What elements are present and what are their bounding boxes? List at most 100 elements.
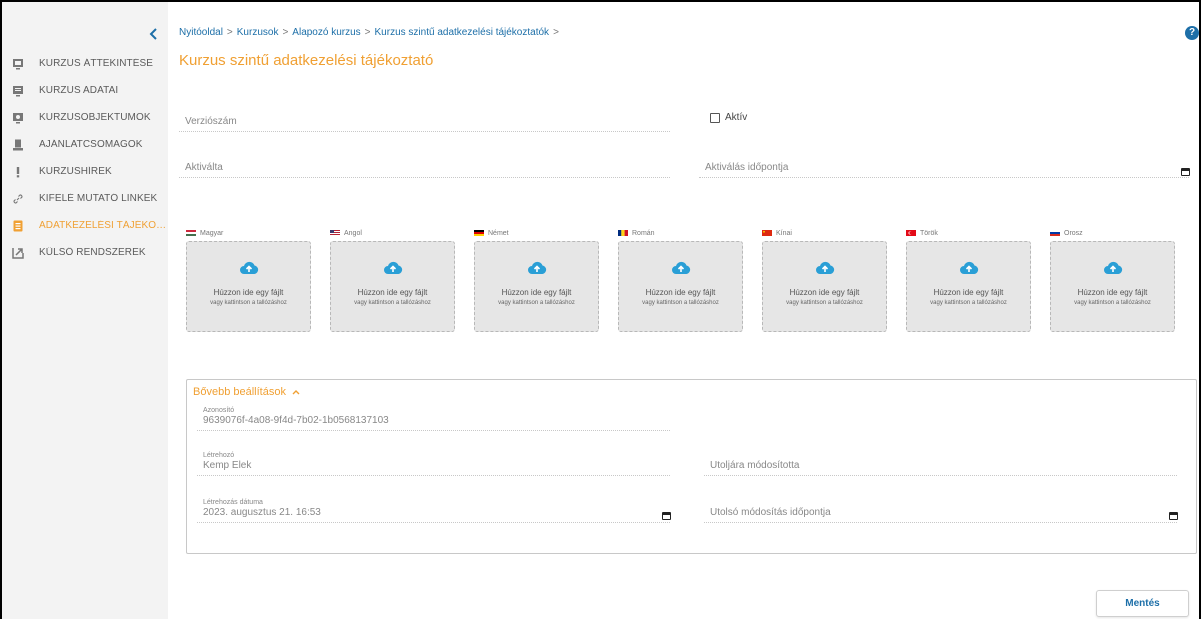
flag-us-icon <box>330 230 340 236</box>
dropzone-title: Húzzon ide egy fájlt <box>645 288 716 297</box>
dropzone-subtitle: vagy kattintson a tallózáshoz <box>786 300 863 306</box>
cloud-upload-icon <box>331 261 454 275</box>
flag-de-icon <box>474 230 484 236</box>
sidebar-item-links[interactable]: KIFELÉ MUTATÓ LINKEK <box>2 185 168 212</box>
calendar-icon[interactable] <box>662 512 671 520</box>
breadcrumb-home[interactable]: Nyitóoldal <box>179 27 223 38</box>
activated-by-field[interactable]: Aktiválta <box>179 156 670 178</box>
sidebar-item-overview[interactable]: KURZUS ÁTTEKINTÉSE <box>2 50 168 77</box>
last-modified-at-field[interactable]: Utolsó módosítás időpontja <box>704 503 1177 523</box>
flag-ro-icon <box>618 230 628 236</box>
sidebar-item-course-data[interactable]: KURZUS ADATAI <box>2 77 168 104</box>
language-header: Angol <box>330 227 456 239</box>
language-name: Román <box>632 229 655 237</box>
sidebar-item-privacy-policy[interactable]: ADATKEZELÉSI TÁJÉKOZTATÓ <box>2 212 168 239</box>
sidebar-item-label: KÜLSŐ RENDSZEREK <box>39 247 146 258</box>
sidebar-item-label: KURZUSHÍREK <box>39 166 112 177</box>
sidebar-nav: KURZUS ÁTTEKINTÉSE KURZUS ADATAI KURZUSO… <box>2 50 168 266</box>
creator-value: Kemp Elek <box>203 460 252 471</box>
cloud-upload-icon <box>187 261 310 275</box>
upload-ru: Orosz Húzzon ide egy fájlt vagy kattints… <box>1050 227 1176 332</box>
breadcrumb-policies[interactable]: Kurzus szintű adatkezelési tájékoztatók <box>375 27 550 38</box>
package-icon <box>12 139 24 151</box>
upload-de: Német Húzzon ide egy fájlt vagy kattints… <box>474 227 600 332</box>
monitor-icon <box>12 85 24 97</box>
created-at-field[interactable]: Létrehozás dátuma 2023. augusztus 21. 16… <box>197 496 670 523</box>
sidebar-item-packages[interactable]: AJÁNLATCSOMAGOK <box>2 131 168 158</box>
cloud-upload-icon <box>907 261 1030 275</box>
dropzone-title: Húzzon ide egy fájlt <box>1077 288 1148 297</box>
file-dropzone[interactable]: Húzzon ide egy fájlt vagy kattintson a t… <box>186 241 311 332</box>
id-field[interactable]: Azonosító 9639076f-4a08-9f4d-7b02-1b0568… <box>197 404 670 431</box>
breadcrumb-separator: > <box>226 27 233 38</box>
activation-time-field[interactable]: Aktiválás időpontja <box>699 156 1189 178</box>
calendar-icon[interactable] <box>1169 512 1178 520</box>
language-header: Kínai <box>762 227 888 239</box>
created-at-label: Létrehozás dátuma <box>203 499 263 506</box>
dropzone-title: Húzzon ide egy fájlt <box>789 288 860 297</box>
sidebar-item-course-objects[interactable]: KURZUSOBJEKTUMOK <box>2 104 168 131</box>
version-field[interactable]: Verziószám <box>179 110 670 132</box>
objects-icon <box>12 112 24 124</box>
sidebar-item-news[interactable]: KURZUSHÍREK <box>2 158 168 185</box>
creator-label: Létrehozó <box>203 452 235 459</box>
upload-ro: Román Húzzon ide egy fájlt vagy kattints… <box>618 227 744 332</box>
cloud-upload-icon <box>475 261 598 275</box>
upload-en: Angol Húzzon ide egy fájlt vagy kattints… <box>330 227 456 332</box>
created-at-value: 2023. augusztus 21. 16:53 <box>203 507 321 518</box>
dropzone-subtitle: vagy kattintson a tallózáshoz <box>354 300 431 306</box>
dropzone-subtitle: vagy kattintson a tallózáshoz <box>1074 300 1151 306</box>
file-dropzone[interactable]: Húzzon ide egy fájlt vagy kattintson a t… <box>906 241 1031 332</box>
active-checkbox[interactable]: Aktív <box>710 112 747 123</box>
breadcrumb-course[interactable]: Alapozó kurzus <box>292 27 360 38</box>
document-icon <box>12 220 24 232</box>
breadcrumb: Nyitóoldal > Kurzusok > Alapozó kurzus >… <box>179 27 563 38</box>
language-header: Orosz <box>1050 227 1176 239</box>
id-value: 9639076f-4a08-9f4d-7b02-1b0568137103 <box>203 415 389 426</box>
language-name: Német <box>488 229 509 237</box>
breadcrumb-separator: > <box>553 27 559 38</box>
language-header: Német <box>474 227 600 239</box>
sidebar-item-external-systems[interactable]: KÜLSŐ RENDSZEREK <box>2 239 168 266</box>
flag-cn-icon <box>762 230 772 236</box>
advanced-settings-toggle[interactable]: Bővebb beállítások <box>193 386 300 398</box>
help-icon[interactable]: ? <box>1185 26 1199 40</box>
page-title: Kurzus szintű adatkezelési tájékoztató <box>179 52 434 69</box>
breadcrumb-separator: > <box>364 27 371 38</box>
flag-hu-icon <box>186 230 196 236</box>
dropzone-subtitle: vagy kattintson a tallózáshoz <box>642 300 719 306</box>
dropzone-title: Húzzon ide egy fájlt <box>357 288 428 297</box>
flag-tr-icon <box>906 230 916 236</box>
language-name: Angol <box>344 229 362 237</box>
link-icon <box>12 193 24 205</box>
id-label: Azonosító <box>203 407 235 414</box>
language-name: Török <box>920 229 938 237</box>
breadcrumb-courses[interactable]: Kurzusok <box>237 27 279 38</box>
checkbox-box[interactable] <box>710 112 720 123</box>
sidebar: KURZUS ÁTTEKINTÉSE KURZUS ADATAI KURZUSO… <box>2 2 168 619</box>
active-label: Aktív <box>725 112 748 123</box>
creator-field[interactable]: Létrehozó Kemp Elek <box>197 449 670 476</box>
language-name: Kínai <box>776 229 792 237</box>
sidebar-item-label: KURZUSOBJEKTUMOK <box>39 112 151 123</box>
file-dropzone[interactable]: Húzzon ide egy fájlt vagy kattintson a t… <box>1050 241 1175 332</box>
calendar-icon[interactable] <box>1181 168 1190 176</box>
chevron-left-icon[interactable] <box>147 27 161 41</box>
save-button[interactable]: Mentés <box>1096 590 1189 617</box>
last-modified-at-placeholder: Utolsó módosítás időpontja <box>710 507 831 518</box>
file-dropzone[interactable]: Húzzon ide egy fájlt vagy kattintson a t… <box>330 241 455 332</box>
dropzone-subtitle: vagy kattintson a tallózáshoz <box>930 300 1007 306</box>
upload-cn: Kínai Húzzon ide egy fájlt vagy kattints… <box>762 227 888 332</box>
file-dropzone[interactable]: Húzzon ide egy fájlt vagy kattintson a t… <box>762 241 887 332</box>
version-placeholder: Verziószám <box>185 116 237 127</box>
dropzone-title: Húzzon ide egy fájlt <box>501 288 572 297</box>
last-modified-by-placeholder: Utoljára módosította <box>710 460 800 471</box>
upload-hu: Magyar Húzzon ide egy fájlt vagy kattint… <box>186 227 312 332</box>
language-header: Török <box>906 227 1032 239</box>
file-dropzone[interactable]: Húzzon ide egy fájlt vagy kattintson a t… <box>474 241 599 332</box>
upload-tr: Török Húzzon ide egy fájlt vagy kattints… <box>906 227 1032 332</box>
external-icon <box>12 247 24 259</box>
cloud-upload-icon <box>1051 261 1174 275</box>
file-dropzone[interactable]: Húzzon ide egy fájlt vagy kattintson a t… <box>618 241 743 332</box>
last-modified-by-field[interactable]: Utoljára módosította <box>704 456 1177 476</box>
